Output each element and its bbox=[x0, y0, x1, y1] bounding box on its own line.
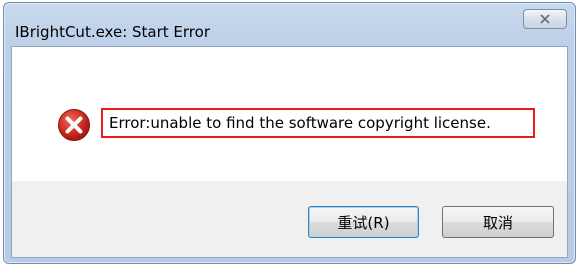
retry-button[interactable]: 重试(R) bbox=[308, 206, 419, 238]
close-button[interactable] bbox=[523, 9, 567, 29]
error-icon bbox=[57, 108, 91, 142]
title-bar[interactable]: IBrightCut.exe: Start Error bbox=[4, 3, 575, 45]
error-message-text: Error:unable to find the software copyri… bbox=[109, 114, 491, 132]
window-title: IBrightCut.exe: Start Error bbox=[15, 23, 210, 41]
error-dialog-window: IBrightCut.exe: Start Error Error:unable… bbox=[3, 2, 576, 264]
message-area: Error:unable to find the software copyri… bbox=[12, 47, 567, 181]
error-message-highlight: Error:unable to find the software copyri… bbox=[101, 108, 535, 138]
cancel-button[interactable]: 取消 bbox=[442, 206, 554, 238]
close-icon bbox=[540, 14, 550, 24]
dialog-client-area: Error:unable to find the software copyri… bbox=[11, 46, 568, 258]
